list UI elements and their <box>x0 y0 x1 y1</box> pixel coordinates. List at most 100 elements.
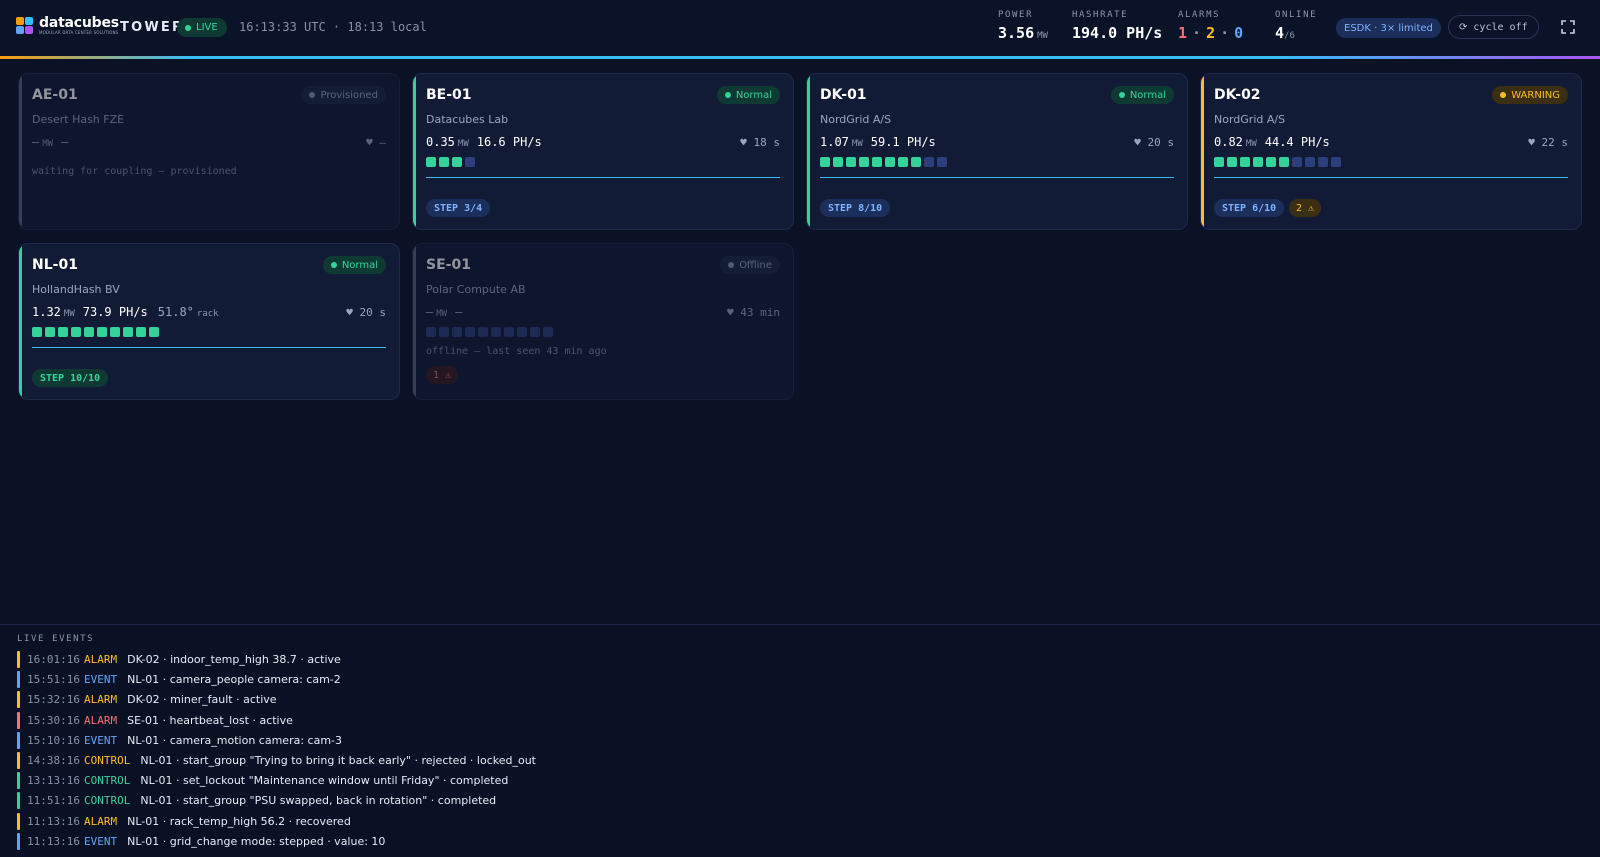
status-dot-icon <box>728 262 735 268</box>
unit-square <box>530 327 540 337</box>
site-power-unit: MW <box>457 139 469 149</box>
site-note: waiting for coupling — provisioned <box>32 166 237 177</box>
top-bar: datacubes MODULAR DATA CENTER SOLUTIONS … <box>0 0 1600 56</box>
stat-power-label: POWER <box>998 10 1034 20</box>
event-severity-stripe <box>17 752 20 769</box>
site-name: DK-01 <box>820 87 867 103</box>
status-dot-icon <box>724 92 731 98</box>
stat-alarms[interactable]: ALARMS 1 · 2 · 0 <box>1178 10 1243 42</box>
fullscreen-icon[interactable] <box>1560 19 1576 35</box>
site-power-value: 1.07 <box>820 135 849 149</box>
event-message: NL-01 · start_group "PSU swapped, back i… <box>140 794 497 808</box>
unit-square <box>84 327 94 337</box>
stat-power-value: 3.56 <box>998 24 1035 42</box>
site-card-ae-01[interactable]: AE-01 Provisioned Desert Hash FZE — MW — ♥… <box>18 73 400 230</box>
stat-online-label: ONLINE <box>1275 10 1318 20</box>
event-row[interactable]: 15:10:16 EVENT NL-01 · camera_motion camer… <box>17 731 342 749</box>
event-row[interactable]: 13:13:16 CONTROL NL-01 · set_lockout "Main… <box>17 772 508 790</box>
progress-line <box>1214 177 1568 178</box>
brand-logo[interactable]: datacubes MODULAR DATA CENTER SOLUTIONS <box>16 16 119 35</box>
cycle-toggle-button[interactable]: ⟳ cycle off <box>1448 15 1539 39</box>
event-time: 15:10:16 <box>27 733 80 747</box>
site-hashrate: — <box>61 135 69 149</box>
unit-square <box>1266 157 1276 167</box>
status-dot-icon <box>330 262 337 268</box>
unit-squares <box>426 327 553 337</box>
unit-square <box>452 327 462 337</box>
alarm-chip[interactable]: 1 ⚠ <box>426 366 459 384</box>
site-power-unit: MW <box>851 139 863 149</box>
esdk-badge[interactable]: ESDK · 3× limited <box>1336 18 1441 38</box>
event-row[interactable]: 11:51:16 CONTROL NL-01 · start_group "PSU … <box>17 792 497 810</box>
status-label: Offline <box>739 259 772 271</box>
progress-line <box>32 347 386 348</box>
unit-square <box>820 157 830 167</box>
unit-square <box>136 327 146 337</box>
event-row[interactable]: 15:32:16 ALARM DK-02 · miner_fault · activ… <box>17 691 277 709</box>
unit-square <box>97 327 107 337</box>
event-row[interactable]: 14:38:16 CONTROL NL-01 · start_group "Tryi… <box>17 752 536 769</box>
event-message: NL-01 · camera_people camera: cam-2 <box>127 673 341 687</box>
event-message: NL-01 · start_group "Trying to bring it … <box>140 754 536 767</box>
event-type: CONTROL <box>84 794 131 808</box>
event-row[interactable]: 11:13:16 EVENT NL-01 · grid_change mode: s… <box>17 832 385 850</box>
progress-line <box>820 177 1174 178</box>
event-type: EVENT <box>84 673 118 687</box>
event-severity-stripe <box>17 651 20 668</box>
event-severity-stripe <box>17 832 20 850</box>
unit-square <box>911 157 921 167</box>
event-row[interactable]: 16:01:16 ALARM DK-02 · indoor_temp_high 38… <box>17 651 341 668</box>
site-card-se-01[interactable]: SE-01 Offline Polar Compute AB — MW — ♥ 43… <box>412 243 794 400</box>
heartbeat: ♥ 22 s <box>1528 136 1568 149</box>
event-row[interactable]: 11:13:16 ALARM NL-01 · rack_temp_high 56.2… <box>17 812 351 830</box>
site-owner: HollandHash BV <box>32 283 120 296</box>
site-card-dk-02[interactable]: DK-02 WARNING NordGrid A/S 0.82 MW 44.4 PH… <box>1200 73 1582 230</box>
unit-square <box>110 327 120 337</box>
unit-square <box>833 157 843 167</box>
alarms-separator: · <box>1192 24 1202 42</box>
event-message: DK-02 · indoor_temp_high 38.7 · active <box>127 653 341 666</box>
site-name: NL-01 <box>32 257 78 273</box>
unit-square <box>478 327 488 337</box>
unit-square <box>1305 157 1315 167</box>
event-row[interactable]: 15:51:16 EVENT NL-01 · camera_people camer… <box>17 671 341 689</box>
event-type: EVENT <box>84 733 118 747</box>
unit-square <box>1227 157 1237 167</box>
site-owner: Datacubes Lab <box>426 113 509 126</box>
alarms-separator: · <box>1220 24 1230 42</box>
status-badge: WARNING <box>1492 86 1568 104</box>
alarm-chip[interactable]: 2 ⚠ <box>1289 199 1322 217</box>
event-type: ALARM <box>84 814 118 828</box>
event-severity-stripe <box>17 731 20 749</box>
site-card-dk-01[interactable]: DK-01 Normal NordGrid A/S 1.07 MW 59.1 PH/… <box>806 73 1188 230</box>
site-name: BE-01 <box>426 87 472 103</box>
unit-square <box>58 327 68 337</box>
unit-squares <box>820 157 947 167</box>
unit-square <box>885 157 895 167</box>
heartbeat: ♥ 43 min <box>727 306 780 319</box>
event-severity-stripe <box>17 671 20 689</box>
brand-name: datacubes <box>39 15 119 31</box>
stat-online-total: /6 <box>1284 31 1295 41</box>
status-label: WARNING <box>1511 89 1560 101</box>
event-severity-stripe <box>17 812 20 830</box>
site-power-value: — <box>426 305 434 319</box>
site-power-unit: MW <box>1245 139 1257 149</box>
unit-square <box>465 327 475 337</box>
status-label: Normal <box>341 259 378 271</box>
event-row[interactable]: 15:30:16 ALARM SE-01 · heartbeat_lost · ac… <box>17 711 293 729</box>
site-card-nl-01[interactable]: NL-01 Normal HollandHash BV 1.32 MW 73.9 P… <box>18 243 400 400</box>
unit-square <box>426 157 436 167</box>
stat-hashrate-label: HASHRATE <box>1072 10 1129 20</box>
app-title: TOWER <box>120 20 185 35</box>
event-time: 11:13:16 <box>27 814 80 828</box>
event-severity-stripe <box>17 792 20 810</box>
status-dot-icon <box>1118 92 1125 98</box>
unit-square <box>1214 157 1224 167</box>
status-dot-icon <box>1500 92 1507 98</box>
site-owner: Polar Compute AB <box>426 283 526 296</box>
site-owner: Desert Hash FZE <box>32 113 125 126</box>
site-card-be-01[interactable]: BE-01 Normal Datacubes Lab 0.35 MW 16.6 PH… <box>412 73 794 230</box>
event-time: 11:51:16 <box>27 794 80 808</box>
event-time: 11:13:16 <box>27 834 80 848</box>
